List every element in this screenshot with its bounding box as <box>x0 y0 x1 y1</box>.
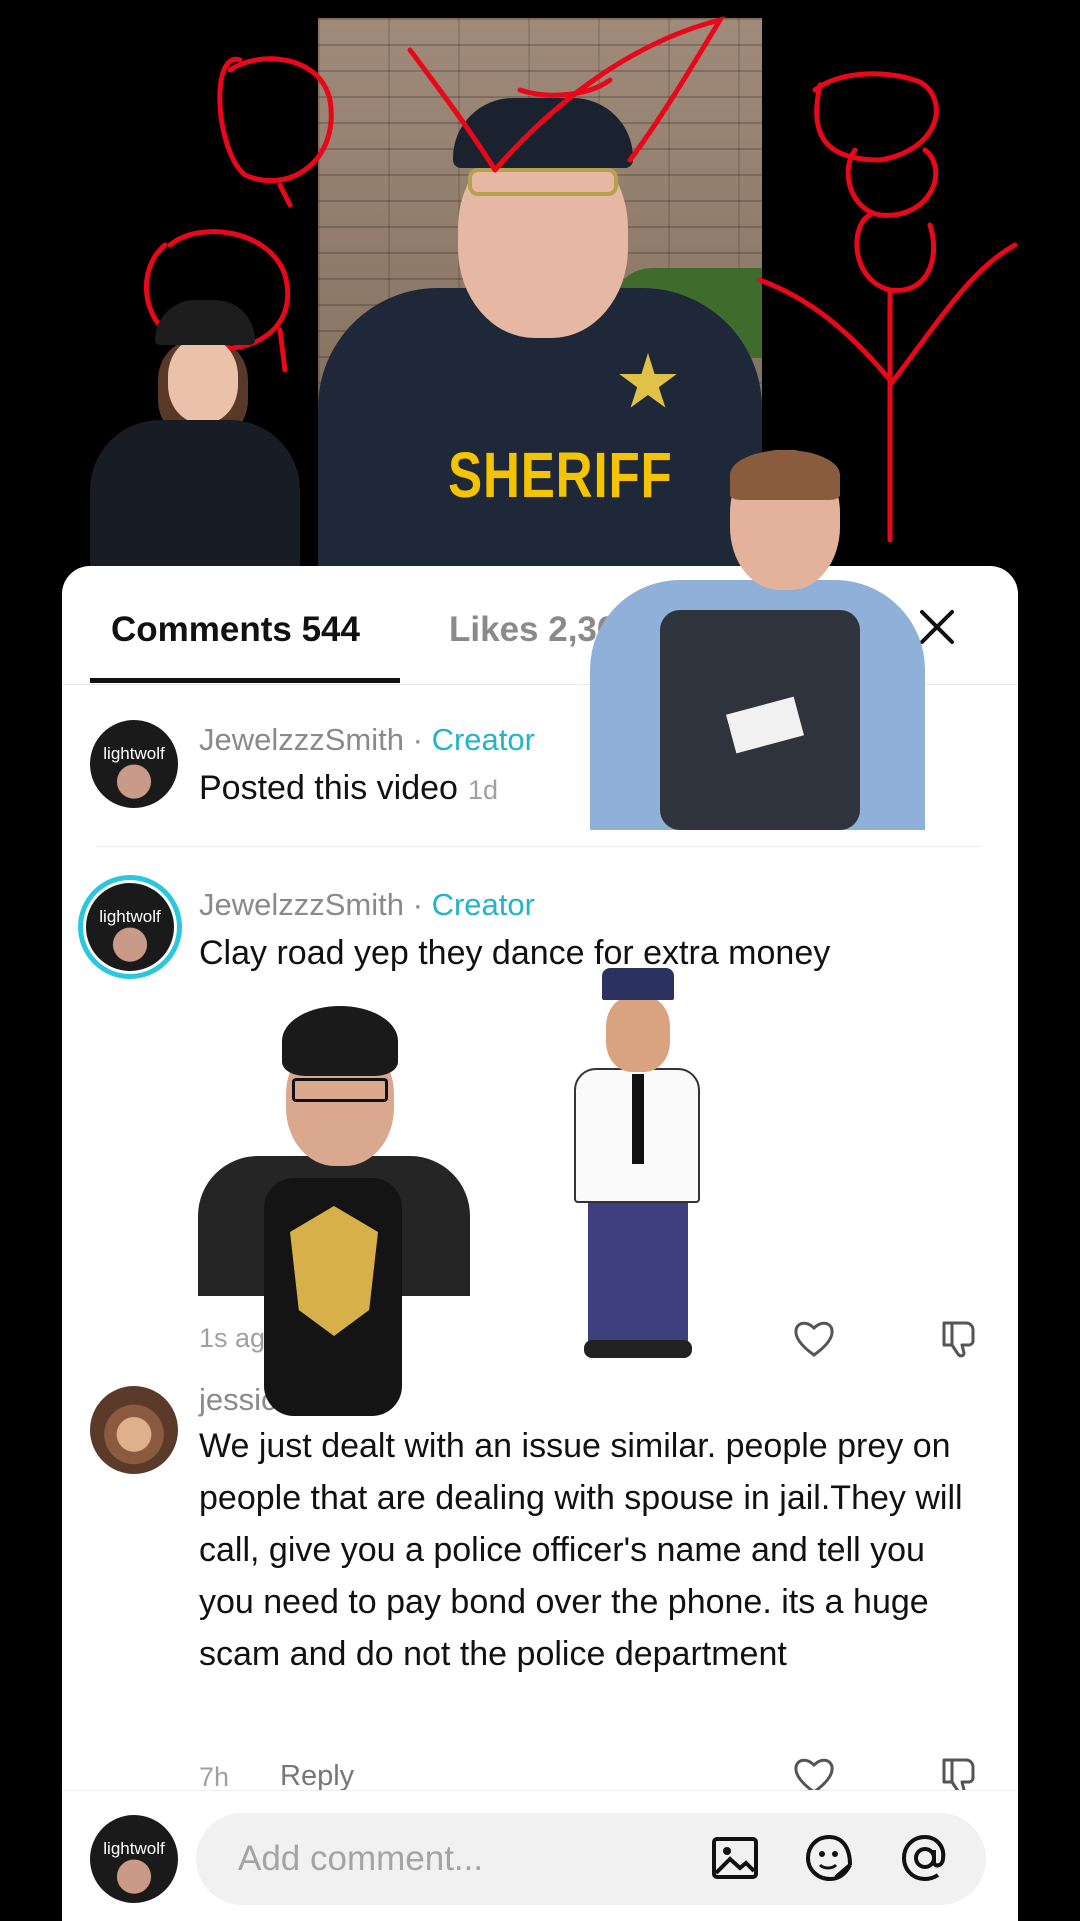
reply-link[interactable]: Reply <box>280 1760 354 1793</box>
officer-writing-sticker <box>590 450 925 830</box>
username-text: JewelzzzSmith <box>199 722 404 757</box>
creator-tag: Creator <box>431 887 535 922</box>
comment-body: We just dealt with an issue similar. peo… <box>199 1427 963 1673</box>
avatar[interactable] <box>90 1386 178 1474</box>
creator-tag: Creator <box>431 722 535 757</box>
comment-timestamp: 1d <box>467 775 498 805</box>
comment-username[interactable]: JewelzzzSmith · Creator <box>199 722 535 758</box>
heart-icon[interactable] <box>792 1317 836 1361</box>
officer-glasses <box>468 168 618 196</box>
cartoon-tie <box>632 1074 644 1164</box>
comment-timestamp: 7h <box>199 1762 230 1792</box>
dislike-icon[interactable] <box>938 1317 982 1361</box>
emoji-icon[interactable] <box>804 1833 854 1883</box>
separator: · <box>404 887 432 922</box>
officer-cap <box>453 98 633 168</box>
lady-body <box>90 420 300 570</box>
divider <box>96 846 982 847</box>
active-tab-underline <box>90 678 400 683</box>
avatar-text: lightwolf <box>99 907 161 926</box>
separator: · <box>404 722 432 757</box>
cartoon-shoes <box>584 1340 692 1358</box>
comment-text: Posted this video 1d <box>199 762 498 816</box>
mention-icon[interactable] <box>900 1833 950 1883</box>
guy-hair <box>282 1006 398 1076</box>
avatar[interactable]: lightwolf <box>86 883 174 971</box>
lady-face <box>168 338 238 423</box>
guy-glasses <box>292 1078 388 1102</box>
add-comment-input[interactable] <box>196 1813 986 1905</box>
cartoon-cap <box>602 968 674 1000</box>
comment-item: jessica walker We just dealt with an iss… <box>62 1382 1018 1795</box>
image-icon[interactable] <box>710 1833 760 1883</box>
username-text: JewelzzzSmith <box>199 887 404 922</box>
my-avatar[interactable]: lightwolf <box>90 1815 178 1903</box>
lady-officer-sticker <box>90 300 300 570</box>
badge-guy-sticker <box>198 1006 470 1416</box>
lady-hat <box>155 300 255 345</box>
comment-composer: lightwolf <box>62 1790 1018 1921</box>
writer-hair <box>730 450 840 500</box>
avatar-text: lightwolf <box>103 1839 165 1858</box>
cartoon-officer-sticker <box>556 968 716 1363</box>
cartoon-head <box>606 996 670 1072</box>
comment-body: Clay road yep they dance for extra money <box>199 934 831 972</box>
cartoon-pants <box>588 1196 688 1346</box>
comment-body: Posted this video <box>199 769 458 807</box>
comment-username[interactable]: JewelzzzSmith · Creator <box>199 887 535 923</box>
avatar-text: lightwolf <box>103 744 165 763</box>
avatar[interactable]: lightwolf <box>90 720 178 808</box>
tab-comments[interactable]: Comments 544 <box>111 610 360 650</box>
